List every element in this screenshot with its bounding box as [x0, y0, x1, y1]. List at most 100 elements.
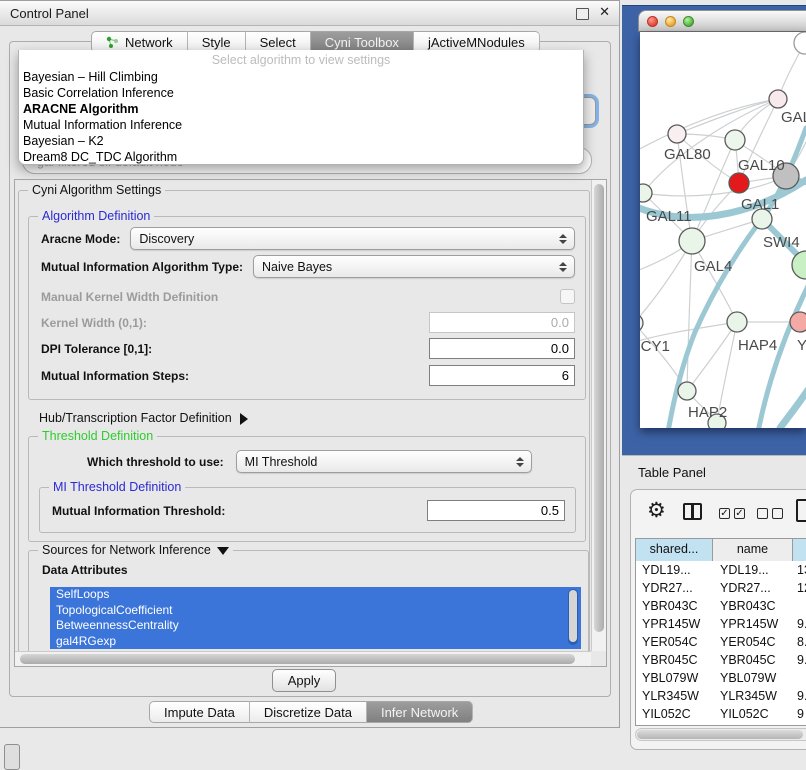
nodes	[640, 32, 806, 428]
checkbox-unchecked-icon[interactable]	[772, 508, 783, 519]
mi-threshold-group: MI Threshold Definition Mutual Informati…	[39, 487, 576, 533]
tab-infer-network[interactable]: Infer Network	[367, 701, 473, 723]
sources-group-title[interactable]: Sources for Network Inference	[38, 543, 233, 557]
float-panel-icon[interactable]	[576, 8, 589, 20]
aracne-mode-label: Aracne Mode:	[41, 232, 120, 246]
expander-arrow-icon	[240, 413, 248, 425]
node-gal4[interactable]	[679, 228, 705, 254]
manual-kernel-label: Manual Kernel Width Definition	[41, 290, 218, 304]
checkbox-unchecked-icon[interactable]	[757, 508, 768, 519]
node-table: shared... name YDL19...YDL19...13 YDR27.…	[635, 538, 806, 726]
table-horizontal-scrollbar[interactable]	[635, 728, 806, 741]
dropdown-item-bayesian-k2[interactable]: Bayesian – K2	[19, 133, 583, 149]
file-icon[interactable]	[796, 499, 806, 522]
table-row[interactable]: YDR27...YDR27...12	[636, 579, 806, 597]
column-header-shared[interactable]: shared...	[636, 539, 713, 561]
network-view-canvas[interactable]: GAL GAL80 GAL10 GAL1 GAL11 SWI4 GAL4 GCY…	[640, 32, 806, 428]
table-header-row: shared... name	[636, 539, 806, 561]
table-panel-header: Table Panel	[622, 455, 806, 489]
node-label: GAL4	[694, 258, 732, 275]
table-row[interactable]: YBL079WYBL079W	[636, 669, 806, 687]
table-panel-title: Table Panel	[638, 465, 706, 480]
tab-impute-data[interactable]: Impute Data	[149, 701, 250, 723]
node-gal10[interactable]	[725, 130, 745, 150]
table-row[interactable]: YDL19...YDL19...13	[636, 561, 806, 579]
table-toolbar: ⚙ ✓ ✓	[631, 490, 806, 536]
hub-definition-expander[interactable]: Hub/Transcription Factor Definition	[39, 411, 248, 425]
vertical-scrollbar-thumb[interactable]	[594, 184, 604, 632]
node-hap4[interactable]	[727, 312, 747, 332]
horizontal-scrollbar-thumb[interactable]	[20, 654, 575, 664]
mi-type-value: Naive Bayes	[262, 260, 332, 274]
close-panel-icon[interactable]: ✕	[599, 4, 610, 20]
minimize-window-icon[interactable]	[665, 16, 676, 27]
dropdown-item-dream8[interactable]: Dream8 DC_TDC Algorithm	[19, 149, 583, 165]
mi-threshold-group-title: MI Threshold Definition	[49, 480, 185, 494]
tab-discretize-data[interactable]: Discretize Data	[250, 701, 367, 723]
column-header-partial[interactable]	[793, 539, 806, 561]
columns-icon[interactable]	[683, 503, 702, 520]
close-window-icon[interactable]	[647, 16, 658, 27]
table-row[interactable]: YPR145WYPR145W9.	[636, 615, 806, 633]
node-partial[interactable]	[794, 32, 806, 54]
column-header-name[interactable]: name	[713, 539, 793, 561]
mi-algorithm-type-combobox[interactable]: Naive Bayes	[253, 255, 575, 278]
apply-button[interactable]: Apply	[272, 669, 336, 692]
tab-network-label: Network	[125, 35, 173, 50]
node-gal1[interactable]	[729, 173, 749, 193]
collapse-arrow-icon	[217, 547, 229, 555]
node-gcy1[interactable]	[640, 314, 643, 332]
node-label: HAP4	[738, 337, 777, 354]
list-item[interactable]: gal4RGexp	[50, 634, 581, 650]
checkbox-checked-icon[interactable]: ✓	[734, 508, 745, 519]
dropdown-item-mutual-information[interactable]: Mutual Information Inference	[19, 117, 583, 133]
dropdown-item-bayesian-hill[interactable]: Bayesian – Hill Climbing	[19, 69, 583, 85]
kernel-width-field[interactable]: 0.0	[429, 312, 575, 333]
node-salmon[interactable]	[790, 312, 806, 332]
aracne-mode-combobox[interactable]: Discovery	[130, 227, 575, 250]
sources-group: Sources for Network Inference Data Attri…	[28, 550, 589, 658]
node-label: GAL1	[741, 196, 779, 213]
dpi-tolerance-label: DPI Tolerance [0,1]:	[41, 342, 152, 356]
checkbox-checked-icon[interactable]: ✓	[719, 508, 730, 519]
restore-panel-icon[interactable]	[4, 744, 20, 770]
combo-arrows-icon	[516, 457, 524, 467]
table-scrollbar-thumb[interactable]	[637, 730, 803, 739]
threshold-definition-title: Threshold Definition	[38, 429, 157, 443]
list-scrollbar-thumb[interactable]	[569, 590, 577, 642]
which-threshold-label: Which threshold to use:	[87, 455, 224, 469]
table-row[interactable]: YBR043CYBR043C	[636, 597, 806, 615]
node-gal7[interactable]	[769, 90, 787, 108]
dropdown-item-basic-correlation[interactable]: Basic Correlation Inference	[19, 85, 583, 101]
which-threshold-value: MI Threshold	[245, 455, 318, 469]
settings-vertical-scrollbar[interactable]	[591, 180, 606, 651]
dropdown-item-aracne[interactable]: ARACNE Algorithm	[19, 101, 583, 117]
mi-threshold-field[interactable]: 0.5	[427, 500, 565, 521]
gear-icon[interactable]: ⚙	[647, 498, 666, 523]
list-item[interactable]: SelfLoops	[50, 587, 581, 603]
node-label: GAL	[781, 109, 806, 126]
network-window-titlebar[interactable]	[638, 10, 806, 32]
node-label: GAL10	[738, 157, 785, 174]
table-row[interactable]: YIL052CYIL052C9	[636, 705, 806, 723]
mi-steps-field[interactable]: 6	[429, 365, 575, 386]
maximize-window-icon[interactable]	[683, 16, 694, 27]
table-row[interactable]: YLR345WYLR345W9.	[636, 687, 806, 705]
node-hap2[interactable]	[678, 382, 696, 400]
list-item[interactable]: TopologicalCoefficient	[50, 603, 581, 619]
list-item[interactable]: BetweennessCentrality	[50, 618, 581, 634]
node-label: GAL80	[664, 146, 711, 163]
data-attributes-list[interactable]: SelfLoops TopologicalCoefficient Between…	[50, 587, 581, 649]
settings-horizontal-scrollbar[interactable]	[15, 651, 591, 666]
threshold-definition-group: Threshold Definition Which threshold to …	[28, 436, 586, 542]
which-threshold-combobox[interactable]: MI Threshold	[236, 450, 532, 473]
node-gal11[interactable]	[640, 184, 652, 202]
table-row[interactable]: YBR045CYBR045C9.	[636, 651, 806, 669]
algorithm-dropdown-popup: Select algorithm to view settings Bayesi…	[18, 50, 584, 165]
manual-kernel-checkbox[interactable]	[560, 289, 575, 304]
table-row[interactable]: YER054CYER054C8.	[636, 633, 806, 651]
data-attributes-label: Data Attributes	[42, 563, 128, 577]
list-scrollbar[interactable]	[568, 589, 578, 645]
node-gal80[interactable]	[668, 125, 686, 143]
dpi-tolerance-field[interactable]: 0.0	[429, 338, 575, 359]
